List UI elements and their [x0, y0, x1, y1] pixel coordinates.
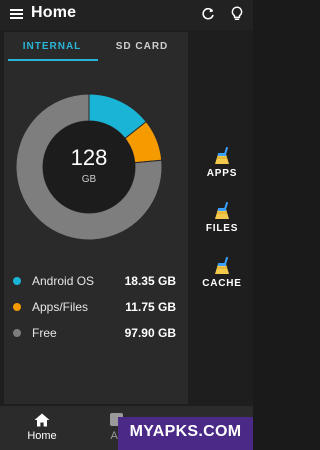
total-storage-unit: GB [81, 174, 97, 185]
menu-icon[interactable] [10, 8, 24, 20]
total-storage-value: 128 [70, 145, 108, 170]
legend-item-apps-files: Apps/Files 11.75 GB [10, 299, 180, 317]
clean-cache-button[interactable]: CACHE [196, 256, 248, 289]
legend-dot [13, 277, 21, 285]
lightbulb-icon[interactable] [230, 6, 244, 22]
legend-value: 97.90 GB [124, 326, 176, 340]
top-app-bar: Home [0, 0, 253, 30]
legend-value: 18.35 GB [124, 274, 176, 288]
refresh-icon[interactable] [201, 7, 215, 21]
legend-item-free: Free 97.90 GB [10, 325, 180, 343]
app-title: Home [31, 4, 77, 21]
legend-dot [13, 329, 21, 337]
legend-item-android-os: Android OS 18.35 GB [10, 273, 180, 291]
clean-apps-button[interactable]: APPS [196, 146, 248, 179]
clean-files-label: FILES [205, 223, 239, 234]
broom-icon [215, 201, 229, 219]
legend-label: Android OS [32, 274, 95, 288]
tab-sd-card[interactable]: SD CARD [96, 41, 188, 52]
watermark-banner: MYAPKS.COM [118, 417, 253, 450]
broom-icon [215, 256, 229, 274]
active-tab-indicator [8, 59, 98, 61]
legend-value: 11.75 GB [125, 300, 176, 314]
clean-apps-label: APPS [206, 168, 238, 179]
nav-item-home[interactable]: Home [12, 406, 72, 450]
clean-files-button[interactable]: FILES [196, 201, 248, 234]
nav-home-label: Home [27, 430, 57, 442]
home-icon [34, 413, 50, 427]
clean-cache-label: CACHE [202, 278, 242, 289]
legend-label: Apps/Files [32, 300, 89, 314]
app-root: Home INTERNAL SD CARD 128 GB Android OS … [0, 0, 253, 450]
storage-tabs: INTERNAL SD CARD [4, 32, 188, 62]
broom-icon [215, 146, 229, 164]
legend-label: Free [32, 326, 57, 340]
watermark-text: MYAPKS.COM [129, 423, 242, 440]
tab-internal[interactable]: INTERNAL [6, 41, 98, 52]
legend-dot [13, 303, 21, 311]
